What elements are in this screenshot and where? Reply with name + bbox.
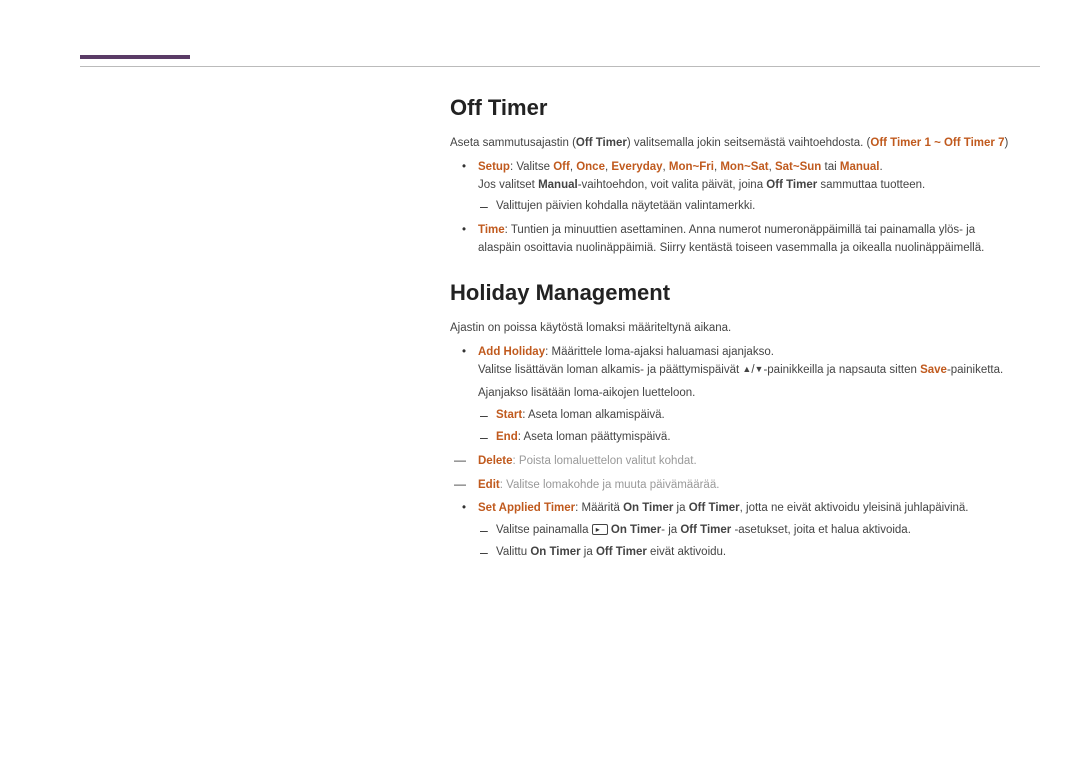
holiday-heading: Holiday Management <box>450 280 1020 306</box>
delete-edit-list: Delete: Poista lomaluettelon valitut koh… <box>450 453 1020 495</box>
setup-note: Valittujen päivien kohdalla näytetään va… <box>496 198 1020 216</box>
delete-text: : Poista lomaluettelon valitut kohdat. <box>513 455 697 467</box>
text: ja <box>581 546 596 558</box>
sat-sublist: Valitse painamalla On Timer- ja Off Time… <box>478 522 1020 562</box>
off-timer-term: Off Timer <box>766 179 817 191</box>
end-label: End <box>496 431 518 443</box>
off-timer-term: Off Timer <box>596 546 647 558</box>
opt-off: Off <box>553 161 570 173</box>
time-item: Time: Tuntien ja minuuttien asettaminen.… <box>478 222 1020 258</box>
opt-manual: Manual <box>840 161 880 173</box>
time-text: : Tuntien ja minuuttien asettaminen. Ann… <box>478 224 984 254</box>
text: Valitse painamalla <box>496 524 592 536</box>
document-page: Off Timer Aseta sammutusajastin (Off Tim… <box>0 0 1080 763</box>
start-label: Start <box>496 409 522 421</box>
text: - ja <box>661 524 680 536</box>
set-applied-timer-list: Set Applied Timer: Määritä On Timer ja O… <box>450 500 1020 561</box>
on-timer-term: On Timer <box>530 546 580 558</box>
text: ) valitsemalla jokin seitsemästä vaihtoe… <box>627 137 871 149</box>
opt-sat-sun: Sat~Sun <box>775 161 821 173</box>
off-timer-range: Off Timer 1 ~ Off Timer 7 <box>870 137 1004 149</box>
text: , jotta ne eivät aktivoidu yleisinä juhl… <box>740 502 969 514</box>
holiday-sub-wrapper: Start: Aseta loman alkamispäivä. End: As… <box>478 407 1020 447</box>
set-applied-timer-item: Set Applied Timer: Määritä On Timer ja O… <box>478 500 1020 561</box>
setup-sublist: Valittujen päivien kohdalla näytetään va… <box>478 198 1020 216</box>
text: . <box>880 161 883 173</box>
sat-sub2: Valittu On Timer ja Off Timer eivät akti… <box>496 544 1020 562</box>
off-timer-term: Off Timer <box>576 137 627 149</box>
text: Valitse lisättävän loman alkamis- ja pää… <box>478 364 742 376</box>
start-item: Start: Aseta loman alkamispäivä. <box>496 407 1020 425</box>
text: -painiketta. <box>947 364 1003 376</box>
text: tai <box>821 161 840 173</box>
setup-label: Setup <box>478 161 510 173</box>
time-label: Time <box>478 224 505 236</box>
header-divider <box>80 66 1040 67</box>
off-timer-list: Setup: Valitse Off, Once, Everyday, Mon~… <box>450 159 1020 258</box>
holiday-list: Add Holiday: Määrittele loma-ajaksi halu… <box>450 344 1020 380</box>
edit-label: Edit <box>478 479 500 491</box>
on-timer-term: On Timer <box>623 502 673 514</box>
add-holiday-line3: Ajanjakso lisätään loma-aikojen luettelo… <box>450 385 1020 403</box>
off-timer-heading: Off Timer <box>450 95 1020 121</box>
add-holiday-label: Add Holiday <box>478 346 545 358</box>
setup-item: Setup: Valitse Off, Once, Everyday, Mon~… <box>478 159 1020 216</box>
holiday-section: Holiday Management Ajastin on poissa käy… <box>450 280 1020 562</box>
opt-everyday: Everyday <box>611 161 662 173</box>
text: : Valitse <box>510 161 553 173</box>
text: Valittu <box>496 546 530 558</box>
off-timer-term: Off Timer <box>680 524 731 536</box>
text: : Aseta loman päättymispäivä. <box>518 431 671 443</box>
opt-mon-fri: Mon~Fri <box>669 161 714 173</box>
text: ) <box>1004 137 1008 149</box>
opt-once: Once <box>576 161 605 173</box>
end-item: End: Aseta loman päättymispäivä. <box>496 429 1020 447</box>
sat-sub1: Valitse painamalla On Timer- ja Off Time… <box>496 522 1020 540</box>
save-label: Save <box>920 364 947 376</box>
set-applied-timer-label: Set Applied Timer <box>478 502 575 514</box>
start-end-list: Start: Aseta loman alkamispäivä. End: As… <box>478 407 1020 447</box>
header-accent-bar <box>80 55 190 59</box>
text: : Määrittele loma-ajaksi haluamasi ajanj… <box>545 346 774 358</box>
text: eivät aktivoidu. <box>647 546 726 558</box>
content-area: Off Timer Aseta sammutusajastin (Off Tim… <box>450 95 1020 568</box>
add-holiday-item: Add Holiday: Määrittele loma-ajaksi halu… <box>478 344 1020 380</box>
holiday-list-cont: Start: Aseta loman alkamispäivä. End: As… <box>450 407 1020 447</box>
enter-icon <box>592 524 608 535</box>
text: : Aseta loman alkamispäivä. <box>522 409 665 421</box>
manual-term: Manual <box>538 179 578 191</box>
edit-item: Edit: Valitse lomakohde ja muuta päivämä… <box>478 477 1020 495</box>
delete-item: Delete: Poista lomaluettelon valitut koh… <box>478 453 1020 471</box>
text: Aseta sammutusajastin ( <box>450 137 576 149</box>
on-timer-term: On Timer <box>611 524 661 536</box>
off-timer-term: Off Timer <box>689 502 740 514</box>
delete-label: Delete <box>478 455 513 467</box>
text: -vaihtoehdon, voit valita päivät, joina <box>578 179 767 191</box>
triangle-up-icon: ▲ <box>742 364 751 374</box>
holiday-intro: Ajastin on poissa käytöstä lomaksi määri… <box>450 320 1020 338</box>
text: ja <box>673 502 688 514</box>
text: -asetukset, joita et halua aktivoida. <box>731 524 911 536</box>
text: : Määritä <box>575 502 623 514</box>
edit-text: : Valitse lomakohde ja muuta päivämäärää… <box>500 479 720 491</box>
text: sammuttaa tuotteen. <box>817 179 925 191</box>
text: -painikkeilla ja napsauta sitten <box>763 364 920 376</box>
opt-mon-sat: Mon~Sat <box>720 161 768 173</box>
text: Jos valitset <box>478 179 538 191</box>
off-timer-intro: Aseta sammutusajastin (Off Timer) valits… <box>450 135 1020 153</box>
